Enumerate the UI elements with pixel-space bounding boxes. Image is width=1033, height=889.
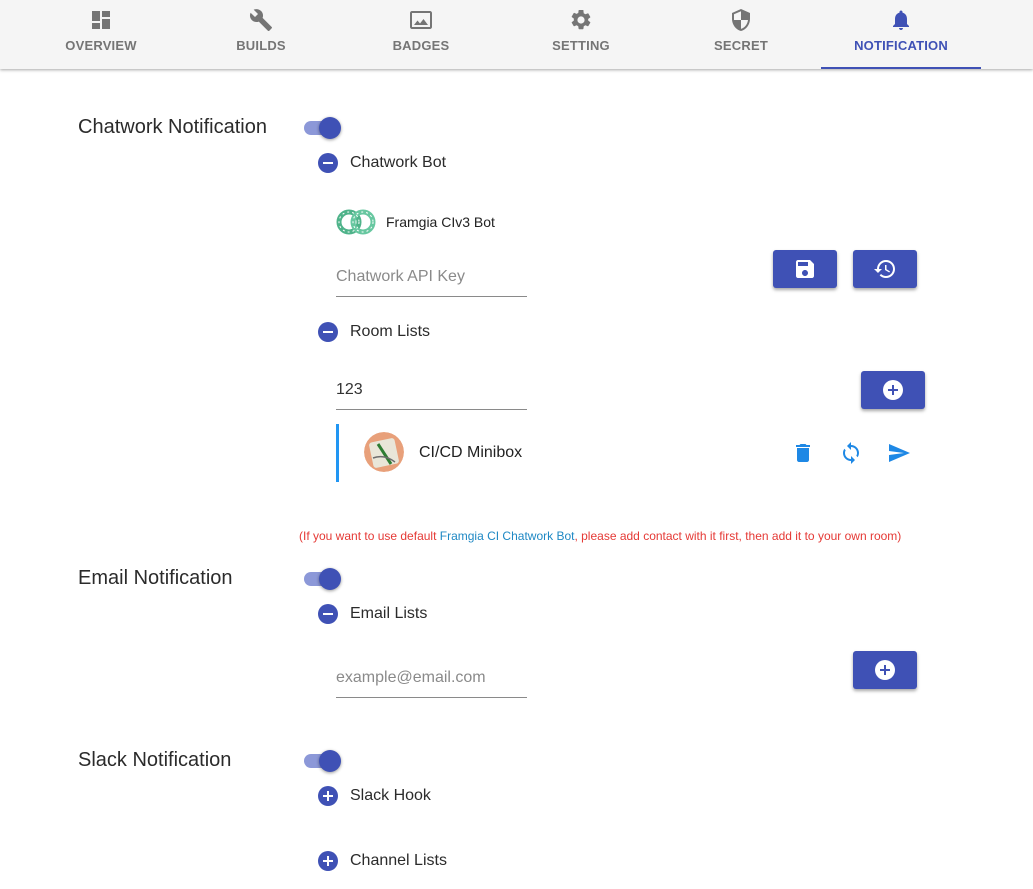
- bell-icon: [893, 10, 909, 30]
- email-field[interactable]: [336, 661, 527, 698]
- sync-icon[interactable]: [839, 441, 863, 465]
- room-id-field[interactable]: [336, 373, 527, 410]
- room-id-input[interactable]: [336, 377, 526, 403]
- tab-builds[interactable]: BUILDS: [181, 0, 341, 69]
- expand-icon: [318, 786, 338, 806]
- add-circle-icon: [875, 660, 895, 680]
- image-icon: [410, 11, 432, 29]
- slack-title: Slack Notification: [78, 749, 232, 771]
- expander-label: Chatwork Bot: [350, 154, 447, 171]
- email-toggle[interactable]: [304, 567, 341, 591]
- tab-secret[interactable]: SECRET: [661, 0, 821, 69]
- add-room-button[interactable]: [861, 371, 925, 409]
- tab-overview[interactable]: OVERVIEW: [21, 0, 181, 69]
- slack-toggle[interactable]: [304, 749, 341, 773]
- notice-prefix: (If you want to use default: [299, 529, 440, 543]
- chatwork-bot-link[interactable]: Framgia CI Chatwork Bot: [440, 529, 575, 543]
- chatwork-logo-icon: [336, 209, 376, 235]
- room-avatar: [364, 432, 404, 472]
- collapse-icon: [318, 604, 338, 624]
- collapse-icon: [318, 153, 338, 173]
- save-button[interactable]: [773, 250, 837, 288]
- tab-label: BADGES: [392, 38, 450, 53]
- add-circle-icon: [883, 380, 903, 400]
- chatwork-api-key-field[interactable]: [336, 260, 527, 297]
- expander-label: Channel Lists: [350, 852, 447, 869]
- expander-label: Room Lists: [350, 323, 431, 340]
- history-icon: [874, 260, 895, 278]
- expander-label: Slack Hook: [350, 787, 431, 804]
- tab-label: BUILDS: [236, 38, 286, 53]
- chatwork-toggle[interactable]: [304, 116, 341, 140]
- bot-name: Framgia CIv3 Bot: [386, 214, 495, 230]
- tab-bar: OVERVIEW BUILDS BADGES SETTING SECRET NO…: [0, 0, 1033, 69]
- tab-label: OVERVIEW: [65, 38, 137, 53]
- collapse-icon: [318, 322, 338, 342]
- active-tab-indicator: [821, 67, 981, 69]
- email-title: Email Notification: [78, 567, 233, 589]
- send-icon[interactable]: [887, 441, 911, 465]
- wrench-icon: [249, 9, 272, 31]
- chatwork-title: Chatwork Notification: [78, 116, 267, 138]
- email-input[interactable]: [336, 665, 526, 691]
- save-icon: [796, 260, 814, 278]
- delete-icon[interactable]: [791, 441, 815, 465]
- chatwork-api-key-input[interactable]: [336, 264, 526, 290]
- tab-badges[interactable]: BADGES: [341, 0, 501, 69]
- chatwork-bot-notice: (If you want to use default Framgia CI C…: [299, 529, 901, 543]
- dashboard-icon: [92, 11, 110, 29]
- restore-button[interactable]: [853, 250, 917, 288]
- room-name: CI/CD Minibox: [419, 444, 523, 461]
- gear-icon: [571, 9, 591, 30]
- add-email-button[interactable]: [853, 651, 917, 689]
- expander-label: Email Lists: [350, 605, 428, 622]
- tab-label: SECRET: [714, 38, 768, 53]
- shield-icon: [732, 9, 750, 31]
- tab-notification[interactable]: NOTIFICATION: [821, 0, 981, 69]
- tab-setting[interactable]: SETTING: [501, 0, 661, 69]
- expand-icon: [318, 851, 338, 871]
- tab-label: SETTING: [552, 38, 610, 53]
- room-item: CI/CD Minibox: [336, 424, 929, 482]
- notice-suffix: , please add contact with it first, then…: [574, 529, 902, 543]
- tab-label: NOTIFICATION: [854, 38, 948, 53]
